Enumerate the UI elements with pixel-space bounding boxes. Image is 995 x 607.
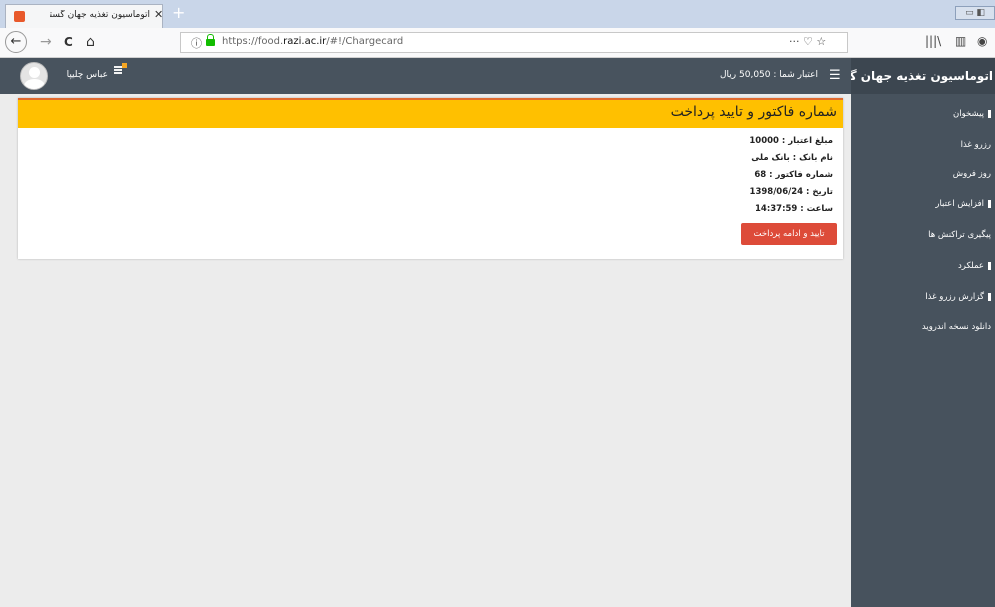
library-icon[interactable]: |||\ <box>925 34 941 48</box>
sidebar-item-transactions[interactable]: پیگیری تراکنش ها <box>851 225 995 245</box>
credit-icon <box>988 199 991 208</box>
browser-tab[interactable]: اتوماسیون تغذیه جهان گستر ✕ <box>5 4 163 28</box>
invoice-date: تاریخ : 1398/06/24 <box>749 187 833 197</box>
browser-nav-bar: ← → C ⌂ ⓘ https://food.razi.ac.ir/#!/Cha… <box>0 28 995 58</box>
performance-icon <box>988 261 991 270</box>
main-content: شماره فاکتور و تایید پرداخت مبلغ اعتبار … <box>10 94 851 607</box>
app-header: اتوماسیون تغذیه جهان گستر ☰ اعتبار شما :… <box>0 58 995 94</box>
sidebar-item-label: پیگیری تراکنش ها <box>928 230 991 240</box>
sidebar-item-dashboard[interactable]: پیشخوان <box>851 104 995 124</box>
invoice-time: ساعت : 14:37:59 <box>755 204 833 214</box>
page-title: شماره فاکتور و تایید پرداخت <box>670 104 837 120</box>
sidebar: پیشخوان رزرو غذا روز فروش افزایش اعتبار … <box>851 94 995 607</box>
url-suffix: /#!/Chargecard <box>326 36 404 47</box>
sidebar-item-label: روز فروش <box>952 169 991 179</box>
browser-tab-bar: اتوماسیون تغذیه جهان گستر ✕ + ▭ ◧ <box>0 0 995 28</box>
tab-title: اتوماسیون تغذیه جهان گستر <box>50 10 150 20</box>
sidebar-item-performance[interactable]: عملکرد <box>851 256 995 276</box>
lock-icon <box>206 34 215 46</box>
left-margin <box>0 94 10 607</box>
page-actions-icons[interactable]: ··· ♡ ☆ <box>789 35 826 48</box>
sidebar-item-label: دانلود نسخه اندروید <box>921 322 991 332</box>
avatar[interactable] <box>20 62 48 90</box>
home-icon[interactable]: ⌂ <box>86 33 95 51</box>
url-domain: razi.ac.ir <box>283 36 327 47</box>
favicon-icon <box>14 11 25 22</box>
sidebar-toggle-icon[interactable]: ▥ <box>955 34 966 48</box>
sidebar-item-reserve-food[interactable]: رزرو غذا <box>851 135 995 155</box>
confirm-payment-button[interactable]: تایید و ادامه پرداخت <box>741 223 837 245</box>
sidebar-item-increase-credit[interactable]: افزایش اعتبار <box>851 194 995 214</box>
sidebar-item-label: عملکرد <box>958 261 984 271</box>
forward-icon[interactable]: → <box>40 33 52 51</box>
dashboard-icon <box>988 109 991 118</box>
info-icon[interactable]: ⓘ <box>191 35 202 51</box>
reload-icon[interactable]: C <box>64 33 73 51</box>
new-tab-icon[interactable]: + <box>172 3 185 22</box>
report-icon <box>988 292 991 301</box>
sidebar-item-reserve-report[interactable]: گزارش رزرو غذا <box>851 287 995 307</box>
sidebar-item-label: پیشخوان <box>953 109 984 119</box>
notification-icon[interactable] <box>114 63 127 75</box>
url-text[interactable]: https://food.razi.ac.ir/#!/Chargecard <box>222 36 403 47</box>
invoice-bank: نام بانک : بانک ملی <box>751 153 833 163</box>
account-icon[interactable]: ◉ <box>977 34 987 48</box>
invoice-amount: مبلغ اعتبار : 10000 <box>749 136 833 146</box>
user-name[interactable]: عباس چلیپا <box>62 70 108 80</box>
sidebar-item-label: افزایش اعتبار <box>935 199 984 209</box>
sidebar-item-label: گزارش رزرو غذا <box>925 292 984 302</box>
invoice-number: شماره فاکتور : 68 <box>754 170 833 180</box>
invoice-card-header: شماره فاکتور و تایید پرداخت <box>18 98 843 128</box>
close-tab-icon[interactable]: ✕ <box>154 8 163 21</box>
url-prefix: https://food. <box>222 36 284 47</box>
hamburger-menu-icon[interactable]: ☰ <box>829 68 841 83</box>
credit-balance: اعتبار شما : 50,050 ریال <box>720 70 818 80</box>
back-icon[interactable]: ← <box>5 31 27 53</box>
sidebar-item-day-sale[interactable]: روز فروش <box>851 164 995 184</box>
window-controls[interactable]: ▭ ◧ <box>955 6 995 20</box>
brand-title: اتوماسیون تغذیه جهان گستر <box>851 58 995 94</box>
invoice-card: شماره فاکتور و تایید پرداخت مبلغ اعتبار … <box>18 98 843 259</box>
sidebar-item-label: رزرو غذا <box>960 140 991 150</box>
address-bar[interactable]: ⓘ https://food.razi.ac.ir/#!/Chargecard … <box>180 32 848 53</box>
sidebar-item-android-download[interactable]: دانلود نسخه اندروید <box>851 317 995 337</box>
